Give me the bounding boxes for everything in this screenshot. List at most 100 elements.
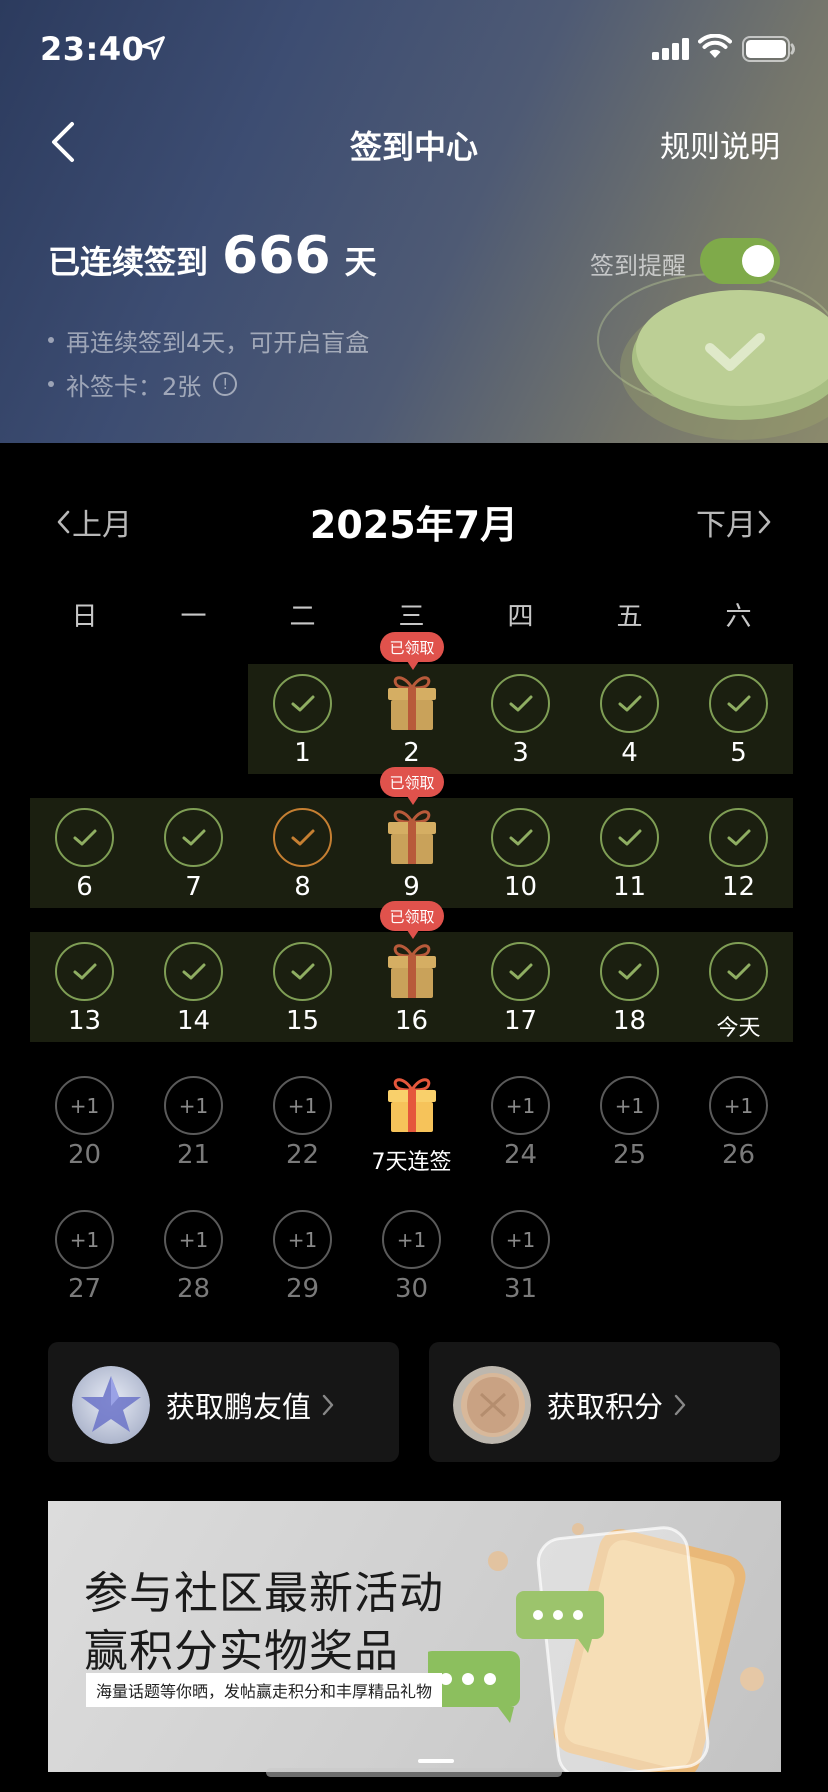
day-number: 7: [185, 872, 202, 902]
location-arrow-icon: [141, 36, 165, 60]
check-icon: [709, 942, 768, 1001]
get-points-card[interactable]: 获取积分: [429, 1342, 780, 1462]
day-number: 9: [403, 872, 420, 902]
calendar-day[interactable]: 7: [139, 798, 248, 908]
weekday-mon: 一: [180, 602, 207, 632]
calendar-day[interactable]: 2: [357, 664, 466, 774]
status-bar: 23:40: [0, 0, 828, 96]
calendar-day[interactable]: 8: [248, 798, 357, 908]
streak-prefix: 已连续签到: [48, 243, 209, 281]
reward-plus-one: +1: [273, 1210, 332, 1269]
calendar-day[interactable]: 7天连签: [357, 1066, 466, 1176]
calendar-day[interactable]: +1 24: [466, 1066, 575, 1176]
check-icon: [273, 808, 332, 867]
calendar-day[interactable]: +1 22: [248, 1066, 357, 1176]
check-icon: [600, 942, 659, 1001]
weekday-sun: 日: [71, 602, 98, 632]
calendar-day[interactable]: 今天: [684, 932, 793, 1042]
day-number: 13: [67, 1006, 102, 1036]
banner-subtitle: 海量话题等你晒，发帖赢走积分和丰厚精品礼物: [86, 1673, 443, 1707]
battery-icon: [742, 36, 795, 62]
calendar-day[interactable]: +1 20: [30, 1066, 139, 1176]
calendar-day[interactable]: 13: [30, 932, 139, 1042]
friend-value-label: 获取鹏友值: [166, 1390, 312, 1424]
day-number: 30: [394, 1274, 429, 1304]
calendar-day[interactable]: 16: [357, 932, 466, 1042]
calendar-day[interactable]: 3: [466, 664, 575, 774]
chat-phone-illustration: [428, 1523, 764, 1772]
calendar-day[interactable]: 5: [684, 664, 793, 774]
rules-link[interactable]: 规则说明: [660, 122, 780, 166]
calendar-day[interactable]: 6: [30, 798, 139, 908]
chevron-right-icon: [758, 510, 771, 534]
calendar-day[interactable]: 14: [139, 932, 248, 1042]
check-icon: [55, 942, 114, 1001]
day-number: 11: [612, 872, 647, 902]
reminder-toggle[interactable]: [700, 238, 780, 284]
day-number: 16: [394, 1006, 429, 1036]
check-icon: [491, 942, 550, 1001]
toggle-knob: [742, 245, 774, 277]
card-label: 获取积分: [547, 1384, 687, 1426]
calendar-day[interactable]: +1 30: [357, 1200, 466, 1310]
day-number: 4: [621, 738, 638, 768]
calendar-day[interactable]: +1 29: [248, 1200, 357, 1310]
community-activity-banner[interactable]: 参与社区最新活动 赢积分实物奖品 海量话题等你晒，发帖赢走积分和丰厚精品礼物: [48, 1501, 781, 1772]
calendar-day[interactable]: 15: [248, 932, 357, 1042]
calendar-day[interactable]: 1: [248, 664, 357, 774]
streak-summary: 已连续签到 666 天: [48, 226, 377, 286]
day-number: 17: [503, 1006, 538, 1036]
get-friend-value-card[interactable]: 获取鹏友值: [48, 1342, 399, 1462]
bullet-dot: [48, 337, 54, 343]
day-number: 20: [67, 1140, 102, 1170]
reward-plus-one: +1: [491, 1210, 550, 1269]
day-number: 28: [176, 1274, 211, 1304]
check-icon: [600, 808, 659, 867]
weekday-fri: 五: [616, 602, 643, 632]
day-number: 26: [721, 1140, 756, 1170]
gift-box-icon: [388, 676, 436, 730]
claimed-badge: 已领取: [380, 632, 444, 670]
cellular-signal-icon: [652, 38, 689, 60]
check-icon: [164, 808, 223, 867]
month-navigation: 上月 2025年7月 下月: [0, 490, 828, 550]
calendar-day[interactable]: 17: [466, 932, 575, 1042]
calendar-day[interactable]: 18: [575, 932, 684, 1042]
reward-plus-one: +1: [55, 1076, 114, 1135]
coin-icon: [453, 1366, 531, 1444]
day-number: 27: [67, 1274, 102, 1304]
home-indicator: [266, 1768, 562, 1777]
calendar-day[interactable]: +1 25: [575, 1066, 684, 1176]
calendar-day[interactable]: +1 31: [466, 1200, 575, 1310]
check-icon: [491, 808, 550, 867]
day-number: 2: [403, 738, 420, 768]
day-number: 22: [285, 1140, 320, 1170]
calendar-day[interactable]: 10: [466, 798, 575, 908]
bullet-makeup-card: 补签卡：2张 !: [48, 362, 369, 406]
reward-plus-one: +1: [709, 1076, 768, 1135]
day-number: 18: [612, 1006, 647, 1036]
calendar-day[interactable]: +1 21: [139, 1066, 248, 1176]
next-month-button[interactable]: 下月: [696, 500, 774, 544]
weekday-tue: 二: [289, 602, 316, 632]
calendar-day[interactable]: +1 27: [30, 1200, 139, 1310]
chevron-right-icon: [674, 1394, 686, 1416]
day-number: 29: [285, 1274, 320, 1304]
calendar-day[interactable]: 4: [575, 664, 684, 774]
star-badge-icon: [72, 1366, 150, 1444]
day-number: 12: [721, 872, 756, 902]
calendar-day[interactable]: 9: [357, 798, 466, 908]
info-icon[interactable]: !: [213, 372, 238, 396]
streak-suffix: 天: [344, 243, 377, 281]
calendar-day[interactable]: 12: [684, 798, 793, 908]
check-icon: [600, 674, 659, 733]
wifi-icon: [698, 34, 732, 58]
day-number: 24: [503, 1140, 538, 1170]
reward-plus-one: +1: [273, 1076, 332, 1135]
day-number: 25: [612, 1140, 647, 1170]
weekday-sat: 六: [725, 602, 752, 632]
calendar-day[interactable]: +1 28: [139, 1200, 248, 1310]
weekday-wed: 三: [398, 602, 425, 632]
calendar-day[interactable]: 11: [575, 798, 684, 908]
calendar-day[interactable]: +1 26: [684, 1066, 793, 1176]
